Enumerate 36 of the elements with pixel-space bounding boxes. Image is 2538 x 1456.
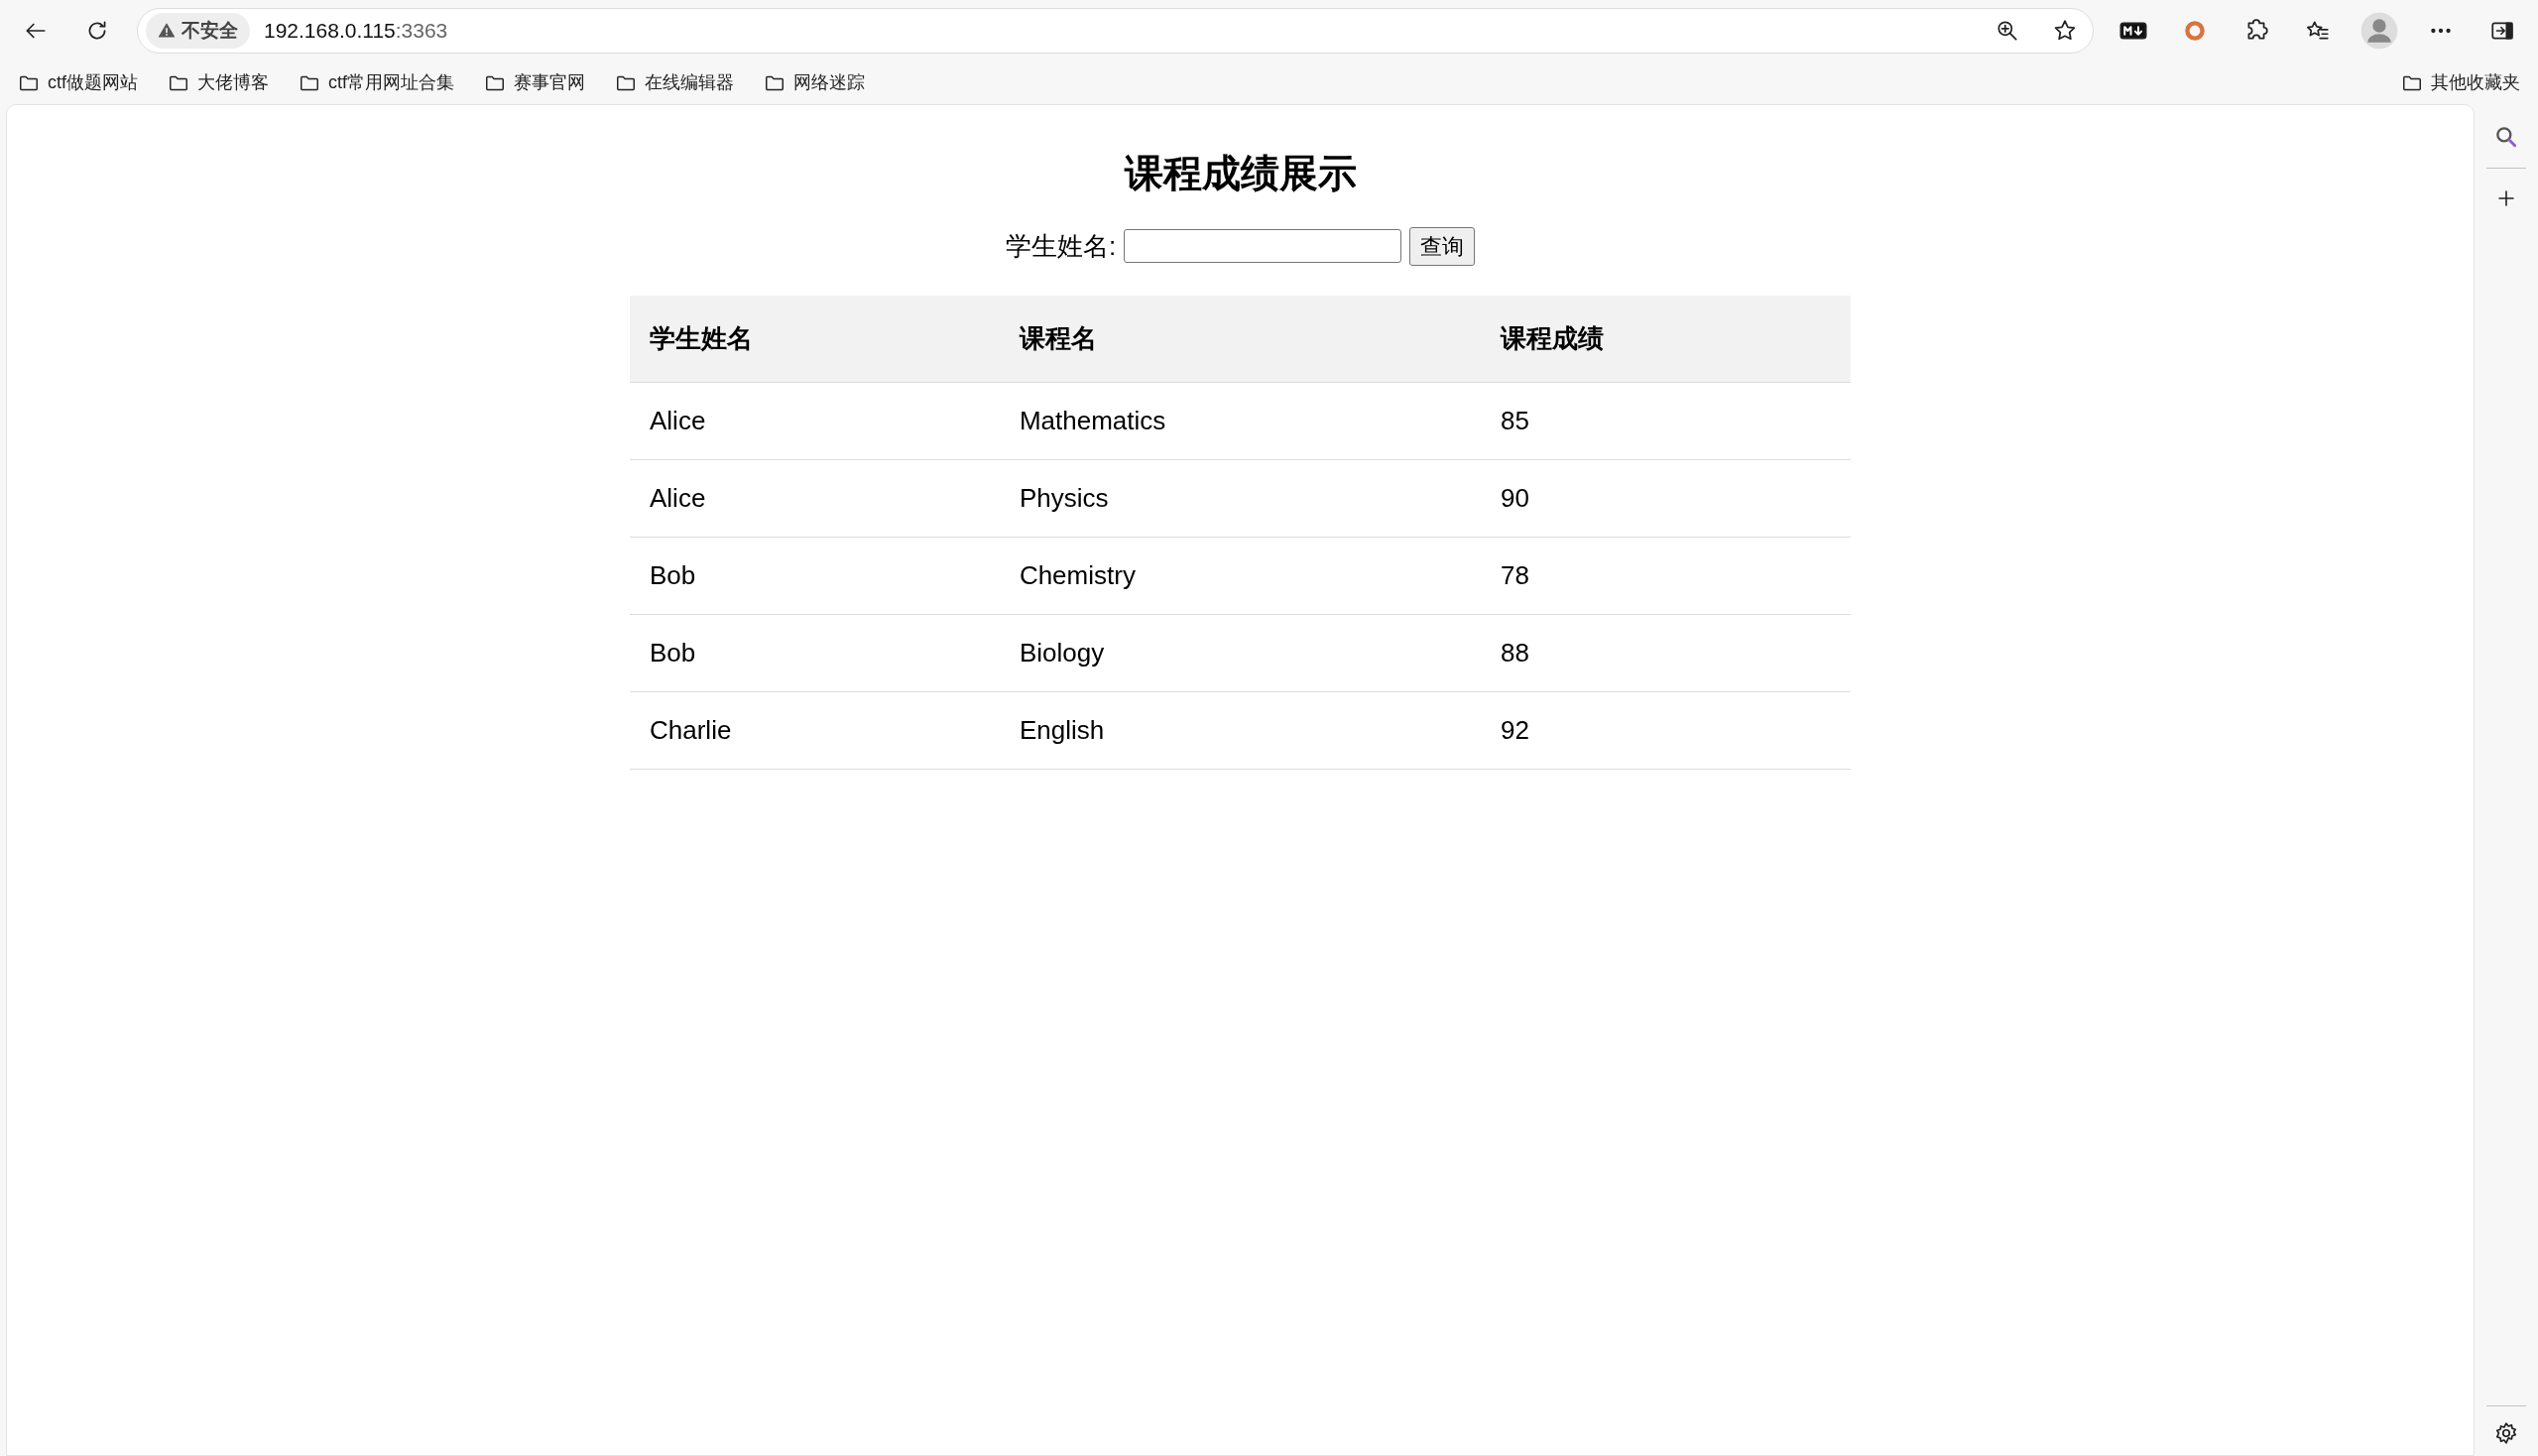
- bookmark[interactable]: 大佬博客: [164, 67, 273, 98]
- table-cell: Physics: [999, 459, 1482, 537]
- table-cell: Chemistry: [999, 537, 1482, 614]
- table-cell: Bob: [630, 614, 1000, 691]
- table-cell: Alice: [630, 459, 1000, 537]
- bookmark[interactable]: 网络迷踪: [760, 67, 870, 98]
- bookmark[interactable]: 在线编辑器: [611, 67, 739, 98]
- bookmark[interactable]: 赛事官网: [480, 67, 590, 98]
- column-header: 学生姓名: [630, 295, 1000, 382]
- other-bookmarks[interactable]: 其他收藏夹: [2397, 67, 2524, 98]
- column-header: 课程成绩: [1481, 295, 1851, 382]
- bookmark[interactable]: ctf常用网址合集: [295, 67, 459, 98]
- page-title: 课程成绩展示: [1123, 151, 1358, 196]
- table-cell: English: [999, 691, 1482, 769]
- search-icon[interactable]: [2493, 124, 2519, 150]
- column-header: 课程名: [999, 295, 1482, 382]
- table-cell: 92: [1481, 691, 1851, 769]
- table-cell: Charlie: [630, 691, 1000, 769]
- table-cell: Biology: [999, 614, 1482, 691]
- settings-icon[interactable]: [2493, 1420, 2519, 1446]
- security-warning[interactable]: 不安全: [146, 12, 250, 50]
- warning-icon: [158, 22, 176, 40]
- table-cell: Alice: [630, 382, 1000, 459]
- table-cell: Bob: [630, 537, 1000, 614]
- query-button[interactable]: 查询: [1409, 226, 1476, 266]
- table-cell: 90: [1481, 459, 1851, 537]
- address-field[interactable]: 192.168.0.115:3363: [264, 15, 1972, 47]
- table-cell: 85: [1481, 382, 1851, 459]
- table-cell: 88: [1481, 614, 1851, 691]
- bookmark[interactable]: ctf做题网站: [14, 67, 142, 98]
- table-cell: 78: [1481, 537, 1851, 614]
- table-cell: Mathematics: [999, 382, 1482, 459]
- ring-icon[interactable]: [2182, 18, 2208, 44]
- avatar-icon[interactable]: [2359, 11, 2399, 51]
- name-input-field[interactable]: [1124, 229, 1402, 263]
- field-label: 学生姓名:: [1005, 229, 1117, 263]
